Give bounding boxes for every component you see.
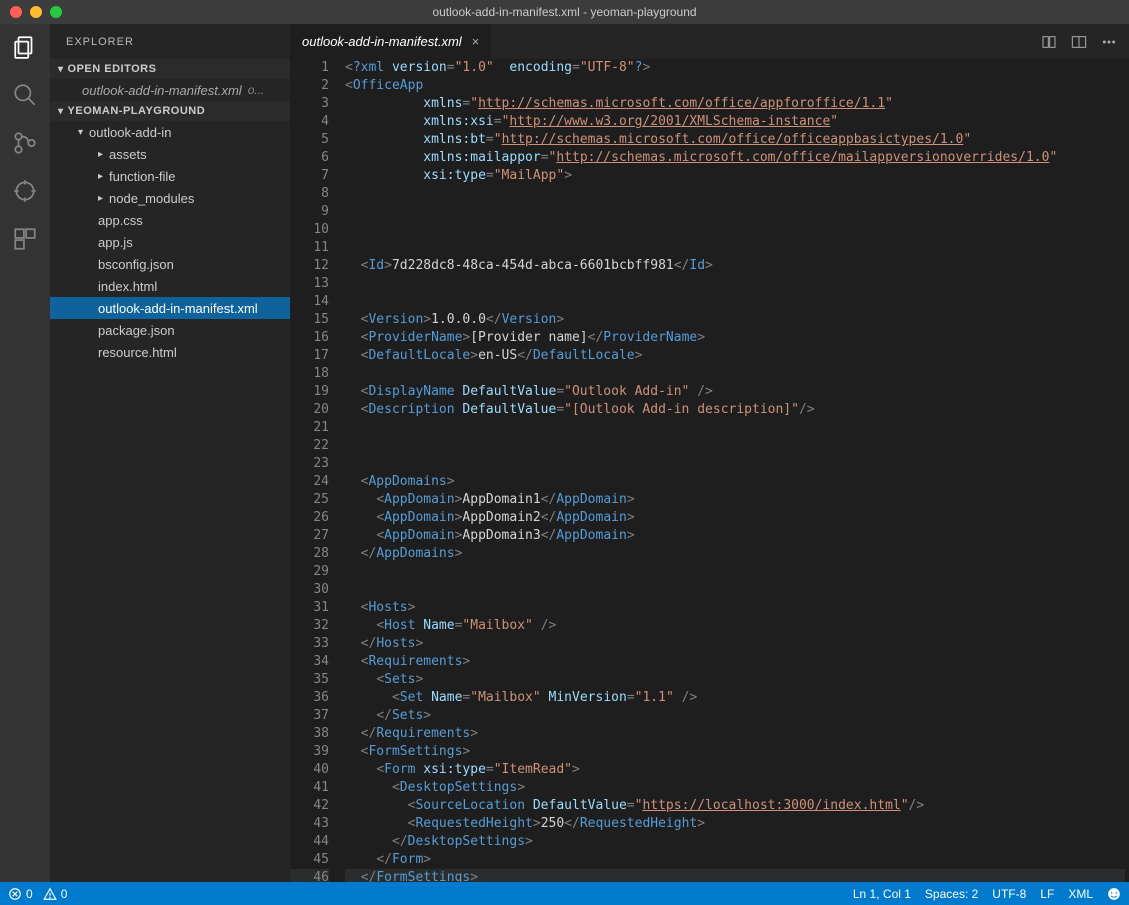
error-icon[interactable] (8, 887, 22, 901)
tabbar-actions (1041, 24, 1129, 59)
explorer-title: EXPLORER (50, 24, 290, 59)
file-item-selected[interactable]: outlook-add-in-manifest.xml (50, 297, 290, 319)
folder-item[interactable]: assets (50, 143, 290, 165)
indent-setting[interactable]: Spaces: 2 (925, 887, 978, 901)
project-label: YEOMAN-PLAYGROUND (68, 105, 206, 117)
source-control-icon[interactable] (12, 130, 38, 156)
files-icon[interactable] (12, 34, 38, 60)
file-item[interactable]: bsconfig.json (50, 253, 290, 275)
open-editor-item[interactable]: outlook-add-in-manifest.xmlo... (50, 79, 290, 101)
folder-item[interactable]: node_modules (50, 187, 290, 209)
encoding[interactable]: UTF-8 (992, 887, 1026, 901)
close-window[interactable] (10, 6, 22, 18)
error-count[interactable]: 0 (26, 887, 33, 901)
extensions-icon[interactable] (12, 226, 38, 252)
status-bar: 0 0 Ln 1, Col 1 Spaces: 2 UTF-8 LF XML (0, 882, 1129, 905)
compare-icon[interactable] (1041, 34, 1057, 50)
line-gutter: 1234567891011121314151617181920212223242… (290, 59, 345, 882)
minimize-window[interactable] (30, 6, 42, 18)
code-content[interactable]: <?xml version="1.0" encoding="UTF-8"?><O… (345, 59, 1129, 882)
window-title: outlook-add-in-manifest.xml - yeoman-pla… (432, 5, 696, 19)
titlebar: outlook-add-in-manifest.xml - yeoman-pla… (0, 0, 1129, 24)
code-editor[interactable]: 1234567891011121314151617181920212223242… (290, 59, 1129, 882)
folder-root[interactable]: outlook-add-in (50, 121, 290, 143)
file-item[interactable]: index.html (50, 275, 290, 297)
folder-item[interactable]: function-file (50, 165, 290, 187)
file-tree: outlook-add-in assets function-file node… (50, 121, 290, 363)
file-item[interactable]: resource.html (50, 341, 290, 363)
explorer-sidebar: EXPLORER ▾OPEN EDITORS outlook-add-in-ma… (50, 24, 290, 882)
tab-bar: outlook-add-in-manifest.xml × (290, 24, 1129, 59)
warning-icon[interactable] (43, 887, 57, 901)
close-tab-icon[interactable]: × (472, 34, 480, 49)
search-icon[interactable] (12, 82, 38, 108)
open-editors-section[interactable]: ▾OPEN EDITORS (50, 59, 290, 79)
cursor-position[interactable]: Ln 1, Col 1 (853, 887, 911, 901)
project-section[interactable]: ▾YEOMAN-PLAYGROUND (50, 101, 290, 121)
language-mode[interactable]: XML (1068, 887, 1093, 901)
window-controls (10, 6, 62, 18)
debug-icon[interactable] (12, 178, 38, 204)
file-item[interactable]: app.css (50, 209, 290, 231)
tab-title: outlook-add-in-manifest.xml (302, 34, 462, 49)
editor-tab[interactable]: outlook-add-in-manifest.xml × (290, 24, 492, 59)
more-icon[interactable] (1101, 34, 1117, 50)
feedback-icon[interactable] (1107, 887, 1121, 901)
split-editor-icon[interactable] (1071, 34, 1087, 50)
warning-count[interactable]: 0 (61, 887, 68, 901)
activity-bar (0, 24, 50, 882)
eol[interactable]: LF (1040, 887, 1054, 901)
open-editors-label: OPEN EDITORS (68, 63, 157, 75)
file-item[interactable]: package.json (50, 319, 290, 341)
maximize-window[interactable] (50, 6, 62, 18)
editor-area: outlook-add-in-manifest.xml × 1234567891… (290, 24, 1129, 882)
file-item[interactable]: app.js (50, 231, 290, 253)
